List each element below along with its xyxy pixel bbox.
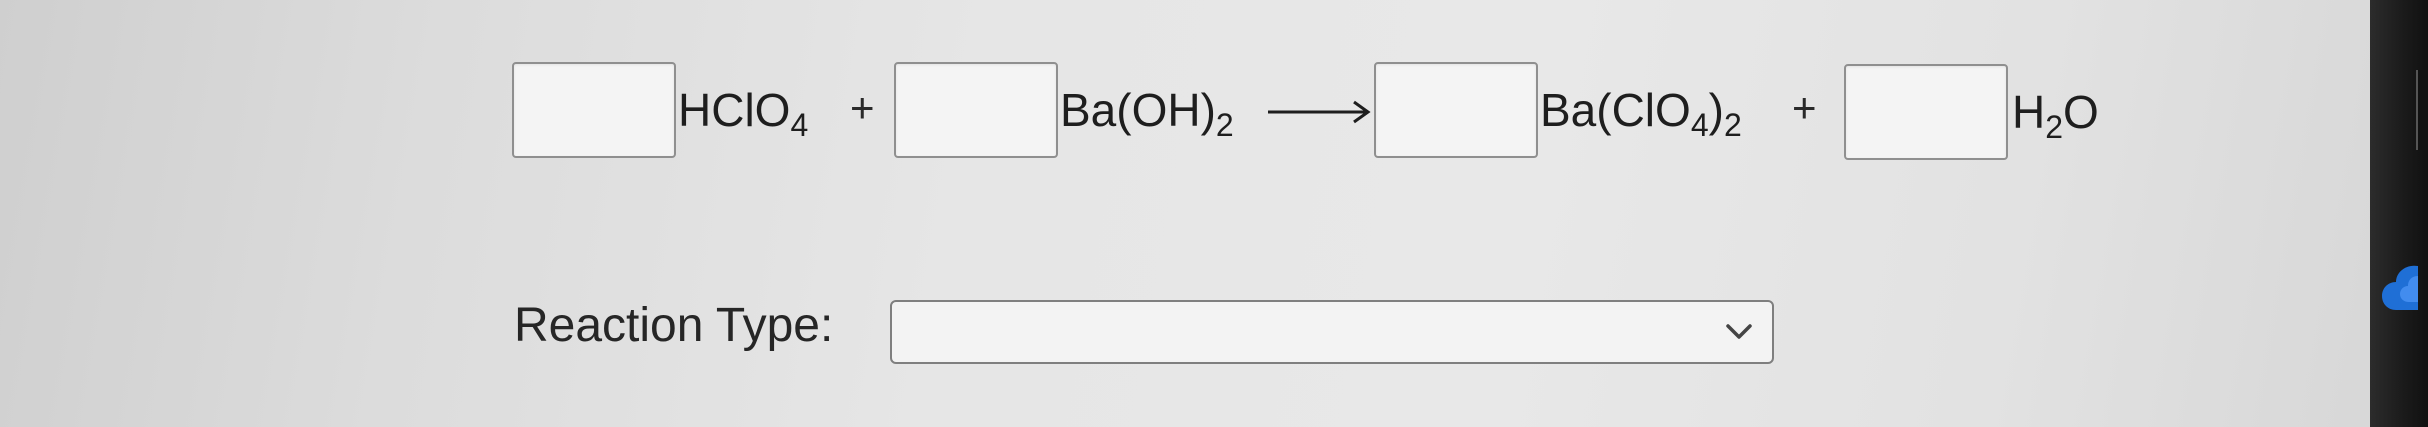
reaction-type-dropdown[interactable]	[890, 300, 1774, 364]
coefficient-input-baoh2[interactable]	[894, 62, 1058, 158]
formula-h2o: H2O	[2012, 86, 2099, 145]
side-panel-tab[interactable]	[2416, 70, 2428, 150]
coefficient-input-h2o[interactable]	[1844, 64, 2008, 160]
reaction-type-label: Reaction Type:	[514, 299, 834, 352]
formula-baoh2: Ba(OH)2	[1060, 84, 1234, 143]
screen-bezel	[2370, 0, 2428, 427]
formula-hclo4: HClO4	[678, 84, 809, 143]
plus-sign: +	[1792, 84, 1817, 131]
chemical-equation: HClO4 + Ba(OH)2 Ba(ClO4)2 + H2O	[0, 0, 2428, 180]
coefficient-input-hclo4[interactable]	[512, 62, 676, 158]
chevron-down-icon	[1726, 324, 1752, 339]
reaction-arrow-icon	[1268, 100, 1371, 124]
plus-sign: +	[850, 84, 875, 131]
formula-baclo42: Ba(ClO4)2	[1540, 84, 1742, 143]
reaction-type-row: Reaction Type:	[0, 290, 2428, 370]
cloud-icon[interactable]	[2378, 258, 2424, 318]
coefficient-input-baclo42[interactable]	[1374, 62, 1538, 158]
